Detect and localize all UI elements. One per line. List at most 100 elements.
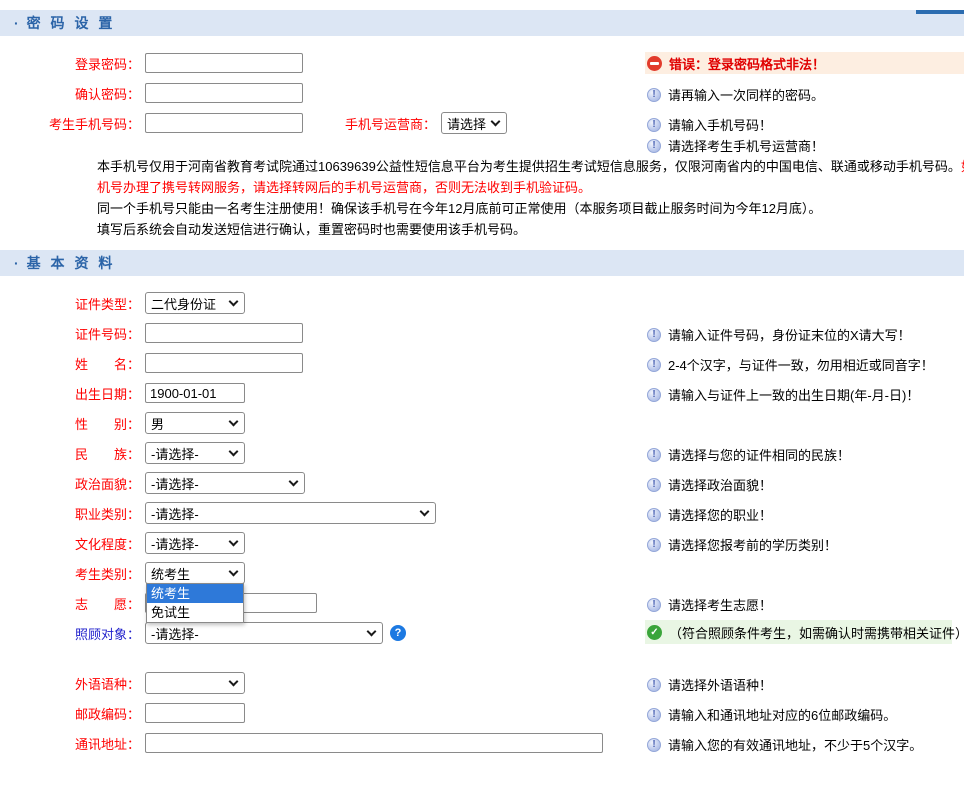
postal-label: 邮政编码： [0, 704, 140, 723]
info-icon: ! [647, 508, 661, 522]
info-icon: ! [647, 88, 661, 102]
carrier-select-value: 请选择 [447, 114, 486, 133]
gender-select-value: 男 [151, 414, 164, 433]
info-icon: ! [647, 358, 661, 372]
address-input[interactable] [145, 733, 603, 753]
chevron-down-icon [229, 446, 239, 456]
ethnic-select-value: -请选择- [151, 444, 199, 463]
notice-line-2: 机号办理了携号转网服务，请选择转网后的手机号运营商，否则无法收到手机验证码。 [97, 177, 964, 198]
occupation-select[interactable]: -请选择- [145, 502, 436, 524]
cert-type-label: 证件类型： [0, 294, 140, 313]
row-confirm-password: 确认密码： ! 请再输入一次同样的密码。 [0, 82, 964, 104]
info-icon: ! [647, 598, 661, 612]
name-label: 姓 名： [0, 354, 140, 373]
chevron-down-icon [491, 116, 501, 126]
political-select-value: -请选择- [151, 474, 199, 493]
carrier-select[interactable]: 请选择 [441, 112, 507, 134]
info-icon: ! [647, 388, 661, 402]
chevron-down-icon [229, 296, 239, 306]
carrier-label: 手机号运营商： [345, 114, 436, 133]
section-header-password: · 密 码 设 置 [0, 10, 964, 36]
category-option-tongkao[interactable]: 统考生 [147, 584, 243, 603]
chevron-down-icon [229, 416, 239, 426]
login-password-input[interactable] [145, 53, 303, 73]
cert-no-input[interactable] [145, 323, 303, 343]
row-category: 考生类别： 统考生 统考生 免试生 [0, 562, 964, 584]
education-select-value: -请选择- [151, 534, 199, 553]
political-hint: ! 请选择政治面貌！ [645, 475, 772, 494]
cert-type-select[interactable]: 二代身份证 [145, 292, 245, 314]
cert-no-label: 证件号码： [0, 324, 140, 343]
confirm-password-label: 确认密码： [0, 84, 140, 103]
row-foreign-lang: 外语语种： ! 请选择外语语种！ [0, 672, 964, 694]
political-select[interactable]: -请选择- [145, 472, 305, 494]
category-select-value: 统考生 [151, 564, 190, 583]
occupation-hint: ! 请选择您的职业！ [645, 505, 772, 524]
volunteer-label: 志 愿： [0, 594, 140, 613]
row-care: 照顾对象： -请选择- ? ✓ （符合照顾条件考生，如需确认时需携带相关证件） [0, 622, 964, 644]
chevron-down-icon [289, 476, 299, 486]
volunteer-hint: ! 请选择考生志愿！ [645, 595, 772, 614]
category-option-mianshi[interactable]: 免试生 [147, 603, 243, 622]
password-section-body: 登录密码： 错误：登录密码格式非法！ 确认密码： ! 请再输入一次同样的密码。 … [0, 36, 964, 240]
chevron-down-icon [229, 566, 239, 576]
education-hint: ! 请选择您报考前的学历类别！ [645, 535, 837, 554]
cert-type-select-value: 二代身份证 [151, 294, 216, 313]
address-hint: ! 请输入您的有效通讯地址，不少于5个汉字。 [645, 735, 922, 754]
phone-notice: 本手机号仅用于河南省教育考试院通过10639639公益性短信息平台为考生提供招生… [97, 156, 964, 240]
info-icon: ! [647, 448, 661, 462]
ethnic-label: 民 族： [0, 444, 140, 463]
postal-input[interactable] [145, 703, 245, 723]
gender-select[interactable]: 男 [145, 412, 245, 434]
education-label: 文化程度： [0, 534, 140, 553]
political-label: 政治面貌： [0, 474, 140, 493]
row-login-password: 登录密码： 错误：登录密码格式非法！ [0, 52, 964, 74]
info-icon: ! [647, 478, 661, 492]
category-dropdown-list: 统考生 免试生 [146, 583, 244, 623]
row-phone: 考生手机号码： 手机号运营商： 请选择 ! 请输入手机号码！ [0, 112, 964, 134]
care-success-message: ✓ （符合照顾条件考生，如需确认时需携带相关证件） [645, 620, 952, 644]
phone-input[interactable] [145, 113, 303, 133]
birth-input[interactable] [145, 383, 245, 403]
login-password-error: 错误：登录密码格式非法！ [645, 52, 964, 74]
care-label: 照顾对象： [0, 624, 140, 643]
category-select[interactable]: 统考生 [145, 562, 245, 584]
foreign-lang-select[interactable] [145, 672, 245, 694]
care-select[interactable]: -请选择- [145, 622, 383, 644]
birth-label: 出生日期： [0, 384, 140, 403]
education-select[interactable]: -请选择- [145, 532, 245, 554]
row-ethnic: 民 族： -请选择- ! 请选择与您的证件相同的民族！ [0, 442, 964, 464]
foreign-lang-label: 外语语种： [0, 674, 140, 693]
row-address: 通讯地址： ! 请输入您的有效通讯地址，不少于5个汉字。 [0, 732, 964, 754]
info-icon: ! [647, 538, 661, 552]
section-bullet: · [14, 15, 19, 31]
section-title-password: 密 码 设 置 [27, 13, 116, 33]
error-icon [647, 56, 662, 71]
row-volunteer: 志 愿： ! 请选择考生志愿！ [0, 592, 964, 614]
row-education: 文化程度： -请选择- ! 请选择您报考前的学历类别！ [0, 532, 964, 554]
login-password-label: 登录密码： [0, 54, 140, 73]
info-icon: ! [647, 708, 661, 722]
gender-label: 性 别： [0, 414, 140, 433]
ethnic-hint: ! 请选择与您的证件相同的民族！ [645, 445, 850, 464]
row-occupation: 职业类别： -请选择- ! 请选择您的职业！ [0, 502, 964, 524]
row-postal: 邮政编码： ! 请输入和通讯地址对应的6位邮政编码。 [0, 702, 964, 724]
category-label: 考生类别： [0, 564, 140, 583]
info-icon: ! [647, 738, 661, 752]
phone-hint: ! 请输入手机号码！ [645, 115, 772, 134]
carrier-hint: ! 请选择考生手机号运营商！ [645, 136, 824, 155]
row-political: 政治面貌： -请选择- ! 请选择政治面貌！ [0, 472, 964, 494]
notice-line-3: 同一个手机号只能由一名考生注册使用！确保该手机号在今年12月底前可正常使用（本服… [97, 198, 964, 219]
row-carrier-hint: ! 请选择考生手机号运营商！ [0, 136, 964, 154]
row-cert-type: 证件类型： 二代身份证 [0, 292, 964, 314]
confirm-password-input[interactable] [145, 83, 303, 103]
ethnic-select[interactable]: -请选择- [145, 442, 245, 464]
postal-hint: ! 请输入和通讯地址对应的6位邮政编码。 [645, 705, 896, 724]
name-hint: ! 2-4个汉字，与证件一致，勿用相近或同音字！ [645, 355, 934, 374]
name-input[interactable] [145, 353, 303, 373]
login-password-error-text: 错误：登录密码格式非法！ [669, 54, 825, 73]
section-bullet: · [14, 255, 19, 271]
section-header-basic: · 基 本 资 料 [0, 250, 964, 276]
basic-section-body: 证件类型： 二代身份证 证件号码： ! 请输入证件号码，身份证末位的X请大写！ … [0, 276, 964, 754]
help-icon[interactable]: ? [390, 625, 406, 641]
